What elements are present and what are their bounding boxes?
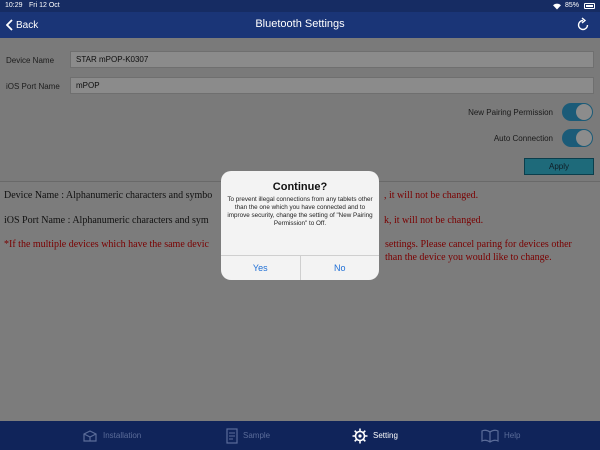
tab-help[interactable]: Help — [481, 421, 520, 450]
note-text: *If the multiple devices which have the … — [4, 239, 209, 250]
wifi-icon — [553, 3, 561, 10]
port-name-label: iOS Port Name — [6, 82, 60, 91]
status-time: 10:29 — [5, 2, 23, 9]
tab-help-label: Help — [504, 431, 521, 440]
toggle-knob — [576, 130, 592, 146]
device-name-field[interactable]: STAR mPOP-K0307 — [70, 51, 594, 68]
tab-sample-label: Sample — [243, 431, 271, 440]
port-name-info-text: iOS Port Name : Alphanumeric characters … — [4, 215, 209, 226]
tab-bar: Installation Sample Setting Help — [0, 421, 600, 450]
battery-percentage: 85% — [565, 2, 580, 9]
tab-sample[interactable]: Sample — [226, 421, 270, 450]
dialog-buttons: Yes No — [221, 255, 379, 280]
tab-installation-label: Installation — [103, 431, 142, 440]
port-name-field[interactable]: mPOP — [70, 77, 594, 94]
status-date: Fri 12 Oct — [29, 2, 60, 9]
device-name-info: Device Name : Alphanumeric characters an… — [4, 190, 478, 201]
tab-setting-label: Setting — [373, 431, 398, 440]
status-bar: 10:29 Fri 12 Oct 85% — [0, 0, 600, 12]
refresh-icon[interactable] — [575, 17, 591, 33]
sample-icon — [226, 427, 238, 444]
pairing-permission-label: New Pairing Permission — [468, 108, 553, 117]
continue-dialog: Continue? To prevent illegal connections… — [221, 171, 379, 280]
device-name-info-warning: , it will not be changed. — [384, 190, 479, 201]
battery-icon — [584, 3, 595, 9]
pairing-permission-toggle[interactable] — [562, 103, 593, 121]
dialog-message: To prevent illegal connections from any … — [227, 196, 373, 227]
auto-connection-toggle[interactable] — [562, 129, 593, 147]
toggle-knob — [576, 104, 592, 120]
device-name-info-text: Device Name : Alphanumeric characters an… — [4, 190, 213, 201]
device-name-label: Device Name — [6, 56, 55, 65]
dialog-title: Continue? — [272, 181, 328, 193]
tab-setting[interactable]: Setting — [352, 421, 398, 450]
navigation-bar: Back Bluetooth Settings — [0, 12, 600, 38]
no-button[interactable]: No — [301, 256, 380, 280]
tab-installation[interactable]: Installation — [82, 421, 141, 450]
installation-icon — [83, 429, 97, 442]
port-name-info: iOS Port Name : Alphanumeric characters … — [4, 215, 483, 226]
port-name-info-warning: k, it will not be changed. — [384, 215, 484, 226]
auto-connection-label: Auto Connection — [493, 134, 553, 143]
apply-button[interactable]: Apply — [524, 158, 594, 175]
multiple-devices-note-suffix: settings. Please cancel paring for devic… — [385, 239, 572, 263]
book-icon — [481, 429, 499, 443]
page-title: Bluetooth Settings — [255, 18, 345, 30]
yes-button[interactable]: Yes — [221, 256, 301, 280]
gear-icon — [352, 428, 368, 443]
